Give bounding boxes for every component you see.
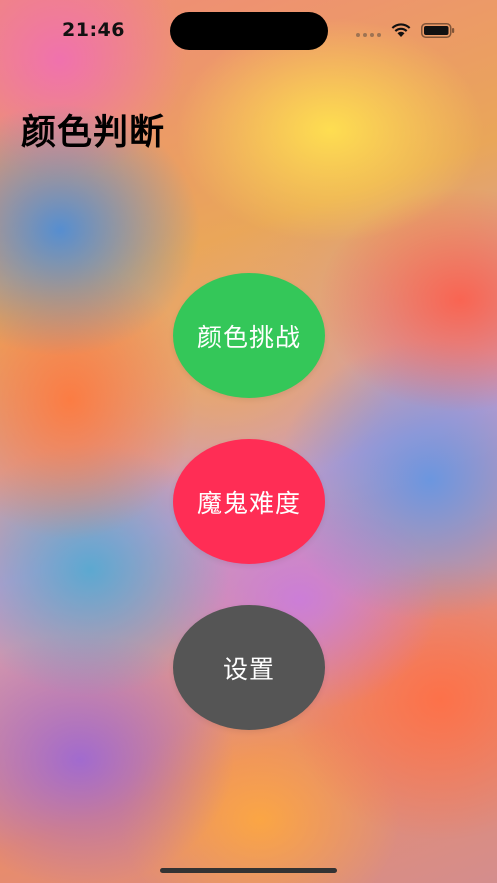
battery-icon (421, 23, 455, 38)
page-title: 颜色判断 (21, 113, 166, 153)
cellular-signal-icon (356, 31, 382, 37)
dynamic-island (170, 12, 328, 50)
wifi-icon (391, 23, 411, 37)
color-challenge-label: 颜色挑战 (196, 322, 301, 352)
color-challenge-button[interactable]: 颜色挑战 (173, 273, 325, 398)
devil-difficulty-label: 魔鬼难度 (196, 488, 301, 518)
status-time: 21:46 (62, 19, 125, 41)
settings-label: 设置 (222, 654, 275, 684)
home-indicator[interactable] (160, 868, 337, 873)
status-bar: 21:46 (0, 0, 497, 60)
devil-difficulty-button[interactable]: 魔鬼难度 (173, 439, 325, 564)
app-screen: 21:46 颜色判断 颜色挑战 魔鬼难度 设置 (0, 0, 497, 883)
settings-button[interactable]: 设置 (173, 605, 325, 730)
